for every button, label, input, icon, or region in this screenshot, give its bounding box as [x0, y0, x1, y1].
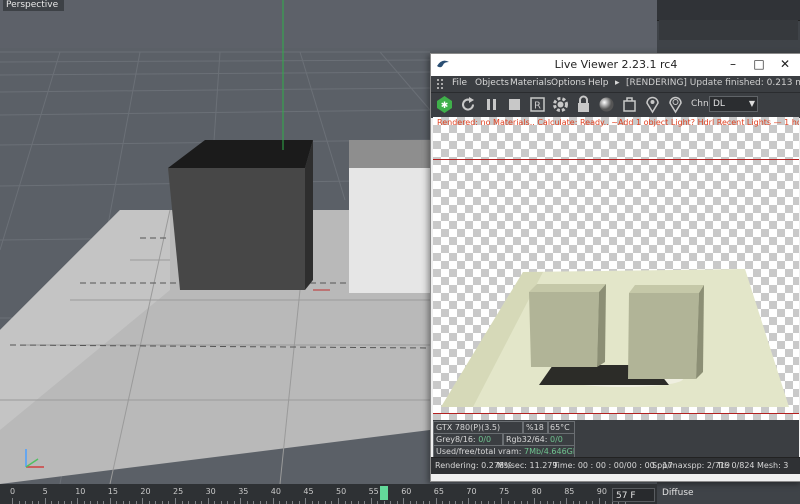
timeline-tick [566, 498, 568, 504]
lock-icon[interactable] [574, 95, 593, 114]
pick-focus-icon[interactable] [643, 95, 662, 114]
timeline-tick-label: 0 [10, 487, 16, 496]
timeline-tick-label: 5 [42, 487, 48, 496]
render-stats-panel: GTX 780(P)(3.5) %18 65°C Grey8/16: 0/0 R… [433, 420, 799, 458]
viewer-toolbar: ✱ R Chn: DL ▼ [431, 92, 800, 118]
timeline-tick [77, 498, 79, 504]
vram-label: Used/free/total vram: [436, 447, 522, 456]
channel-name: Diffuse [662, 488, 694, 498]
grey-label: Grey8/16: [436, 435, 476, 444]
maximize-button[interactable]: □ [747, 56, 771, 73]
timeline-tick [305, 498, 307, 504]
timeline-tick-label: 25 [173, 487, 184, 496]
timeline-tick [370, 498, 372, 504]
timeline-tick [435, 498, 437, 504]
settings-gear-icon[interactable] [551, 95, 570, 114]
chevron-down-icon: ▼ [748, 99, 755, 108]
timeline-tick [468, 498, 470, 504]
timeline-tick-label: 20 [140, 487, 151, 496]
triangle-count: Tri: 0/824 [717, 461, 755, 470]
dock-header [657, 0, 800, 21]
menu-options[interactable]: Options [551, 78, 586, 88]
frame-field[interactable]: 57 F [612, 488, 655, 502]
animation-timeline[interactable]: 0 5 10 15 20 25 30 35 40 45 50 55 60 65 70 75 80 85 90 [0, 484, 657, 504]
timeline-tick-label: 75 [499, 487, 510, 496]
live-viewer-window: Live Viewer 2.23.1 rc4 – □ ✕ File Object… [430, 53, 800, 482]
timeline-tick-label: 10 [75, 487, 86, 496]
viewport-label[interactable]: Perspective [3, 0, 65, 11]
timeline-tick-label: 65 [433, 487, 444, 496]
timeline-tick-label: 35 [238, 487, 249, 496]
timeline-tick-label: 45 [303, 487, 314, 496]
minimize-button[interactable]: – [721, 56, 745, 73]
restart-icon[interactable] [459, 95, 478, 114]
svg-text:✱: ✱ [441, 101, 449, 111]
rendered-scene [441, 269, 789, 407]
timeline-tick [598, 498, 600, 504]
mesh-count: Mesh: 3 [757, 461, 789, 470]
close-button[interactable]: ✕ [773, 56, 797, 73]
channel-value: DL [713, 99, 725, 109]
clay-mode-icon[interactable] [620, 95, 639, 114]
timeline-tick-label: 40 [270, 487, 281, 496]
timeline-tick [240, 498, 242, 504]
ms-per-sec: Ms/sec: 11.279 [497, 461, 558, 470]
timeline-tick [109, 498, 111, 504]
timeline-tick-label: 60 [401, 487, 412, 496]
timeline-tick-label: 90 [596, 487, 607, 496]
timeline-tick [207, 498, 209, 504]
timeline-tick [12, 498, 13, 504]
menu-bar: File Objects Materials Options Help ▸ [R… [431, 76, 800, 92]
timeline-tick-label: 85 [564, 487, 575, 496]
timeline-tick-label: 55 [368, 487, 379, 496]
timeline-tick-label: 80 [531, 487, 542, 496]
menu-materials[interactable]: Materials [510, 78, 551, 88]
live-viewer-titlebar[interactable]: Live Viewer 2.23.1 rc4 – □ ✕ [431, 54, 800, 76]
dock-toolbar [659, 20, 798, 40]
region-icon[interactable]: R [528, 95, 547, 114]
timeline-tick [142, 498, 144, 504]
channel-select[interactable]: DL ▼ [709, 96, 758, 112]
timeline-tick [272, 498, 274, 504]
svg-text:R: R [534, 101, 541, 112]
axis-gizmo-icon [25, 449, 44, 468]
timeline-tick-label: 50 [336, 487, 347, 496]
render-status: [RENDERING] Update finished: 0.213 ms. [626, 78, 800, 88]
menu-help[interactable]: Help [588, 78, 609, 88]
timeline-tick [175, 498, 176, 504]
rgb-label: Rgb32/64: [506, 435, 548, 444]
menu-grip-icon [437, 79, 443, 89]
status-arrow: ▸ [615, 78, 620, 88]
menu-objects[interactable]: Objects [475, 78, 509, 88]
timeline-tick-label: 15 [107, 487, 118, 496]
pick-material-icon[interactable] [666, 95, 685, 114]
timeline-tick-label: 30 [205, 487, 216, 496]
timeline-tick [501, 498, 502, 504]
current-frame-marker[interactable] [379, 486, 388, 500]
grey-value: 0/0 [478, 435, 492, 444]
material-ball-icon[interactable] [597, 95, 616, 114]
timeline-tick [338, 498, 339, 504]
timeline-tick [533, 498, 535, 504]
pause-icon[interactable] [482, 95, 501, 114]
octane-logo-icon[interactable]: ✱ [435, 95, 454, 114]
render-view[interactable]: Rendered: no Materials.. Calculate: Read… [433, 117, 799, 420]
rgb-value: 0/0 [550, 435, 563, 444]
stop-icon[interactable] [505, 95, 524, 114]
render-progress-bar: Rendering: 0.278% Ms/sec: 11.279 Time: 0… [431, 457, 800, 474]
vram-value: 7Mb/4.646Gb/6Gb [523, 447, 574, 456]
menu-file[interactable]: File [452, 78, 467, 88]
timeline-tick-label: 70 [466, 487, 477, 496]
timeline-tick [403, 498, 405, 504]
timeline-tick [44, 498, 46, 504]
